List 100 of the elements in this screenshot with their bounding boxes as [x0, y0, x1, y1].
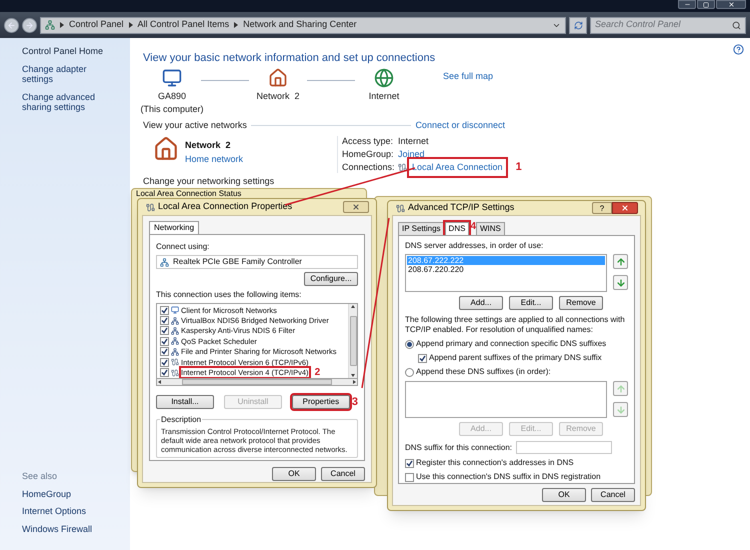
network-node-sublabel: (This computer) [140, 103, 204, 116]
refresh-button[interactable] [569, 16, 587, 34]
forward-arrow-icon [25, 20, 34, 30]
tab[interactable]: DNS [444, 222, 470, 235]
move-up-button[interactable] [613, 254, 628, 269]
search-placeholder: Search Control Panel [595, 18, 681, 32]
checkbox[interactable] [405, 472, 414, 482]
checkbox[interactable] [160, 347, 169, 356]
refresh-icon [574, 20, 582, 30]
sidebar-link[interactable]: Change adapter settings [22, 64, 114, 84]
checkbox[interactable] [160, 316, 169, 326]
detail-link[interactable]: Local Area Connection [409, 158, 506, 176]
sidebar-link[interactable]: Change advanced sharing settings [22, 92, 114, 112]
dialog-title: Local Area Connection Properties [158, 200, 292, 214]
field-label: Connect using: [156, 241, 210, 253]
dns-suffix-field[interactable] [516, 441, 612, 454]
section-heading: View your active networks [143, 118, 247, 132]
maximize-icon [703, 2, 709, 8]
dialog-button[interactable]: OK [272, 467, 316, 481]
back-button[interactable] [4, 18, 19, 32]
vertical-scrollbar[interactable] [348, 304, 357, 378]
breadcrumb-separator-icon [234, 22, 238, 28]
back-arrow-icon [7, 20, 16, 30]
sidebar-link[interactable]: Windows Firewall [22, 522, 130, 536]
detail-label: Connections: [342, 160, 396, 174]
sidebar-link[interactable]: Control Panel Home [22, 46, 114, 56]
close-button[interactable] [343, 201, 369, 213]
checkbox[interactable] [160, 336, 169, 346]
dialog-button[interactable]: Cancel [321, 467, 365, 481]
help-icon [733, 44, 744, 55]
breadcrumb[interactable]: Control Panel [69, 18, 124, 32]
dialog-button[interactable]: Add... [459, 296, 503, 310]
tab[interactable]: WINS [476, 222, 505, 235]
dialog-button[interactable]: Remove [559, 296, 603, 310]
up-arrow-icon [616, 384, 626, 394]
close-icon [352, 203, 360, 211]
sidebar-link[interactable]: Internet Options [22, 505, 130, 518]
see-full-map-link[interactable]: See full map [443, 70, 494, 83]
computer-icon [162, 68, 182, 88]
field-label: DNS suffix for this connection: [405, 442, 512, 454]
close-button[interactable] [612, 202, 638, 214]
minimize-button[interactable] [678, 0, 696, 9]
checkbox[interactable] [160, 326, 169, 336]
breadcrumb[interactable]: All Control Panel Items [138, 18, 230, 32]
annotation-number: 1 [516, 160, 522, 176]
house-icon [153, 136, 179, 162]
connection-icon [398, 163, 407, 172]
network-node-label: Internet [368, 90, 400, 102]
checkbox[interactable] [160, 368, 169, 378]
connect-disconnect-link[interactable]: Connect or disconnect [415, 118, 505, 132]
detail-label: HomeGroup: [342, 148, 395, 161]
network-node-label: GA890 [158, 90, 186, 102]
detail-link[interactable]: Joined [398, 148, 425, 162]
network-node-label: Network 2 [256, 90, 300, 102]
forward-button[interactable] [22, 18, 37, 32]
minimize-icon [684, 1, 690, 8]
breadcrumb-separator-icon [60, 22, 64, 28]
search-icon [732, 20, 741, 30]
option-label: Append parent suffixes of the primary DNS suffix [429, 352, 602, 364]
network-type-link[interactable]: Home network [185, 152, 244, 166]
radio-button[interactable] [405, 340, 414, 348]
field-label: This connection uses the following items: [156, 289, 302, 301]
info-text: The following three settings are applied to all connections with TCP/IP enabled. For resolution of unqualified names: [405, 315, 626, 335]
breadcrumb[interactable]: Network and Sharing Center [243, 18, 357, 32]
move-down-button[interactable] [613, 275, 628, 290]
tab[interactable]: Networking [149, 221, 200, 234]
annotation-number: 4 [470, 222, 476, 232]
checkbox[interactable] [160, 358, 169, 367]
section-heading: Change your networking settings [143, 175, 276, 188]
dialog-button[interactable]: Configure... [304, 272, 358, 286]
network-name: Network 2 [185, 139, 232, 152]
checkbox[interactable] [160, 306, 169, 315]
annotation-number: 2 [314, 366, 320, 378]
dialog-button[interactable]: Cancel [591, 488, 635, 502]
house-icon [268, 68, 288, 88]
globe-icon [374, 68, 394, 88]
radio-button[interactable] [405, 368, 414, 376]
dialog-button[interactable]: Properties [292, 394, 350, 409]
dialog-button[interactable]: OK [542, 488, 586, 502]
detail-label: Access type: [342, 134, 394, 148]
option-label: Register this connection's addresses in DNS [416, 457, 574, 469]
dialog-title: Local Area Connection Status [136, 190, 242, 198]
close-icon [728, 1, 734, 8]
dialog-button[interactable]: Install... [156, 394, 214, 409]
dialog-button[interactable]: Edit... [509, 296, 553, 310]
close-icon [621, 204, 629, 212]
checkbox[interactable] [418, 354, 427, 362]
see-also-heading: See also [22, 470, 58, 483]
sidebar-link[interactable]: HomeGroup [22, 488, 130, 501]
help-button[interactable]: ? [592, 202, 612, 214]
list-item[interactable]: 208.67.220.220 [407, 265, 605, 274]
checkbox[interactable] [405, 458, 414, 468]
down-arrow-icon [616, 404, 626, 414]
tab[interactable]: IP Settings [398, 222, 445, 235]
dialog-title: Advanced TCP/IP Settings [408, 201, 514, 214]
down-arrow-icon [616, 278, 626, 288]
maximize-button[interactable] [697, 0, 715, 9]
annotation-number: 3 [352, 394, 358, 410]
address-bar[interactable]: Control Panel All Control Panel Items Network and Sharing Center [40, 16, 566, 34]
adapter-name: Realtek PCIe GBE Family Controller [173, 256, 302, 268]
